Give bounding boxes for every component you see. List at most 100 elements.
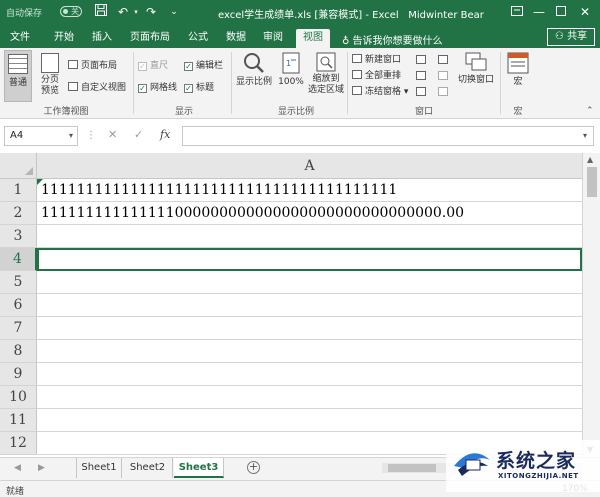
headings-checkbox[interactable]: ✓ 标题	[184, 82, 214, 94]
cell-a6[interactable]	[37, 294, 582, 317]
switch-windows-button[interactable]: 切换窗口	[456, 52, 496, 96]
sheet-tab-sheet2[interactable]: Sheet2	[123, 458, 173, 478]
page-break-label: 分页 预览	[40, 75, 59, 96]
save-icon[interactable]	[93, 3, 109, 21]
cell-a4-selected[interactable]	[37, 248, 582, 271]
name-box[interactable]: A4 ▾	[4, 126, 78, 146]
formula-input[interactable]: ▾	[182, 126, 594, 146]
sheet-tab-sheet1[interactable]: Sheet1	[76, 458, 122, 478]
cell-a8[interactable]	[37, 340, 582, 363]
cell-a3[interactable]	[37, 225, 582, 248]
arrange-all-button[interactable]: 全部重排	[352, 70, 401, 82]
view-side-by-side-icon[interactable]	[438, 55, 448, 64]
row-header[interactable]: 5	[0, 271, 37, 294]
row-header[interactable]: 3	[0, 225, 37, 248]
insert-function-button[interactable]: fx	[160, 128, 170, 141]
row-header[interactable]: 6	[0, 294, 37, 317]
autosave-toggle[interactable]: 关	[60, 6, 82, 17]
freeze-panes-button[interactable]: 冻结窗格 ▾	[352, 86, 408, 98]
minimize-icon[interactable]: —	[530, 3, 548, 21]
cancel-icon[interactable]: ✕	[108, 128, 117, 141]
tab-page-layout[interactable]: 页面布局	[124, 29, 176, 48]
cell-a1[interactable]: 1111111111111111111111111111111111111111	[37, 179, 582, 202]
scroll-up-icon[interactable]: ▲	[587, 155, 593, 164]
formula-bar-grip-icon[interactable]: ⋮	[86, 130, 96, 141]
gridlines-checkbox[interactable]: ✓ 网格线	[138, 82, 177, 94]
watermark-text: 系统之家	[496, 450, 577, 472]
tab-formulas[interactable]: 公式	[182, 29, 214, 48]
vertical-scrollbar[interactable]: ▲ ▼	[582, 153, 600, 457]
undo-dropdown-icon[interactable]: ▾	[128, 3, 144, 21]
cell-a2[interactable]: 1111111111111110000000000000000000000000…	[37, 202, 582, 225]
split-icon[interactable]	[416, 55, 426, 64]
tab-review[interactable]: 审阅	[257, 29, 289, 48]
lightbulb-icon: ♁	[342, 36, 350, 47]
ribbon-separator	[347, 52, 348, 114]
page-break-preview-button[interactable]: 分页 预览	[36, 50, 64, 102]
collapse-ribbon-icon[interactable]: ⌃	[586, 106, 594, 116]
group-show: 显示	[174, 107, 193, 117]
sync-scroll-icon[interactable]	[438, 71, 448, 80]
row-header[interactable]: 7	[0, 317, 37, 340]
zoom-selection-label-1: 缩放到	[312, 74, 340, 84]
svg-text:1: 1	[286, 59, 291, 68]
cell-a7[interactable]	[37, 317, 582, 340]
formula-bar-checkbox[interactable]: ✓ 编辑栏	[184, 60, 223, 72]
expand-formula-bar-icon[interactable]: ▾	[583, 131, 587, 140]
vertical-scroll-thumb[interactable]	[587, 167, 597, 197]
tab-insert[interactable]: 插入	[86, 29, 118, 48]
row-header[interactable]: 1	[0, 179, 37, 202]
error-indicator-icon	[37, 179, 43, 185]
cell-a5[interactable]	[37, 271, 582, 294]
group-zoom: 显示比例	[277, 107, 314, 117]
zoom-to-selection-button[interactable]: 缩放到 选定区域	[308, 52, 344, 102]
tab-data[interactable]: 数据	[220, 29, 252, 48]
window-title: excel学生成绩单.xls [兼容模式] - Excel Midwinter …	[218, 10, 484, 21]
next-sheet-icon[interactable]: ▶	[38, 463, 45, 473]
cell-a9[interactable]	[37, 363, 582, 386]
ribbon-separator	[500, 52, 501, 114]
prev-sheet-icon[interactable]: ◀	[14, 463, 21, 473]
customize-toolbar-icon[interactable]: ⌄	[166, 3, 182, 21]
unhide-icon[interactable]	[416, 87, 426, 96]
column-header-a[interactable]: A	[37, 153, 582, 179]
close-icon[interactable]: ✕	[576, 3, 594, 21]
row-header[interactable]: 8	[0, 340, 37, 363]
tab-file[interactable]: 文件	[4, 29, 36, 48]
tab-home[interactable]: 开始	[48, 29, 80, 48]
horizontal-scroll-thumb[interactable]	[388, 464, 436, 472]
redo-icon[interactable]: ↷	[143, 3, 159, 21]
normal-view-button[interactable]: 普通	[4, 50, 32, 102]
tell-me-box[interactable]: ♁ 告诉我你想要做什么	[342, 32, 443, 47]
zoom-100-icon: 1	[282, 52, 300, 74]
sheet-tab-sheet3[interactable]: Sheet3	[174, 458, 224, 478]
cell-a11[interactable]	[37, 409, 582, 432]
tab-view[interactable]: 视图	[296, 29, 330, 48]
ruler-checkbox[interactable]: ✓ 直尺	[138, 60, 168, 72]
row-header[interactable]: 12	[0, 432, 37, 455]
title-bar: 自动保存 关 ↶ ▾ ↷ ⌄ excel学生成绩单.xls [兼容模式] - E…	[0, 0, 600, 25]
reset-position-icon[interactable]	[438, 87, 448, 96]
row-header[interactable]: 10	[0, 386, 37, 409]
enter-icon[interactable]: ✓	[134, 128, 143, 141]
zoom-button[interactable]: 显示比例	[236, 52, 272, 96]
row-header[interactable]: 9	[0, 363, 37, 386]
ribbon-display-options-icon[interactable]	[508, 3, 526, 21]
row-header-selected[interactable]: 4	[0, 248, 37, 271]
zoom-100-button[interactable]: 1 100%	[276, 52, 306, 96]
add-sheet-icon[interactable]: +	[247, 461, 260, 474]
autosave-state: 关	[71, 7, 79, 16]
share-button[interactable]: ⚇ 共享	[547, 28, 595, 46]
name-box-dropdown-icon[interactable]: ▾	[69, 127, 73, 145]
new-window-button[interactable]: 新建窗口	[352, 54, 401, 66]
select-all-button[interactable]	[0, 153, 37, 179]
row-header[interactable]: 11	[0, 409, 37, 432]
restore-icon[interactable]	[552, 3, 570, 21]
custom-views-button[interactable]: 自定义视图	[68, 82, 126, 94]
row-header[interactable]: 2	[0, 202, 37, 225]
macros-button[interactable]: 宏	[504, 52, 532, 100]
hide-icon[interactable]	[416, 71, 426, 80]
page-layout-button[interactable]: 页面布局	[68, 60, 117, 72]
normal-view-icon	[8, 54, 28, 74]
cell-a10[interactable]	[37, 386, 582, 409]
